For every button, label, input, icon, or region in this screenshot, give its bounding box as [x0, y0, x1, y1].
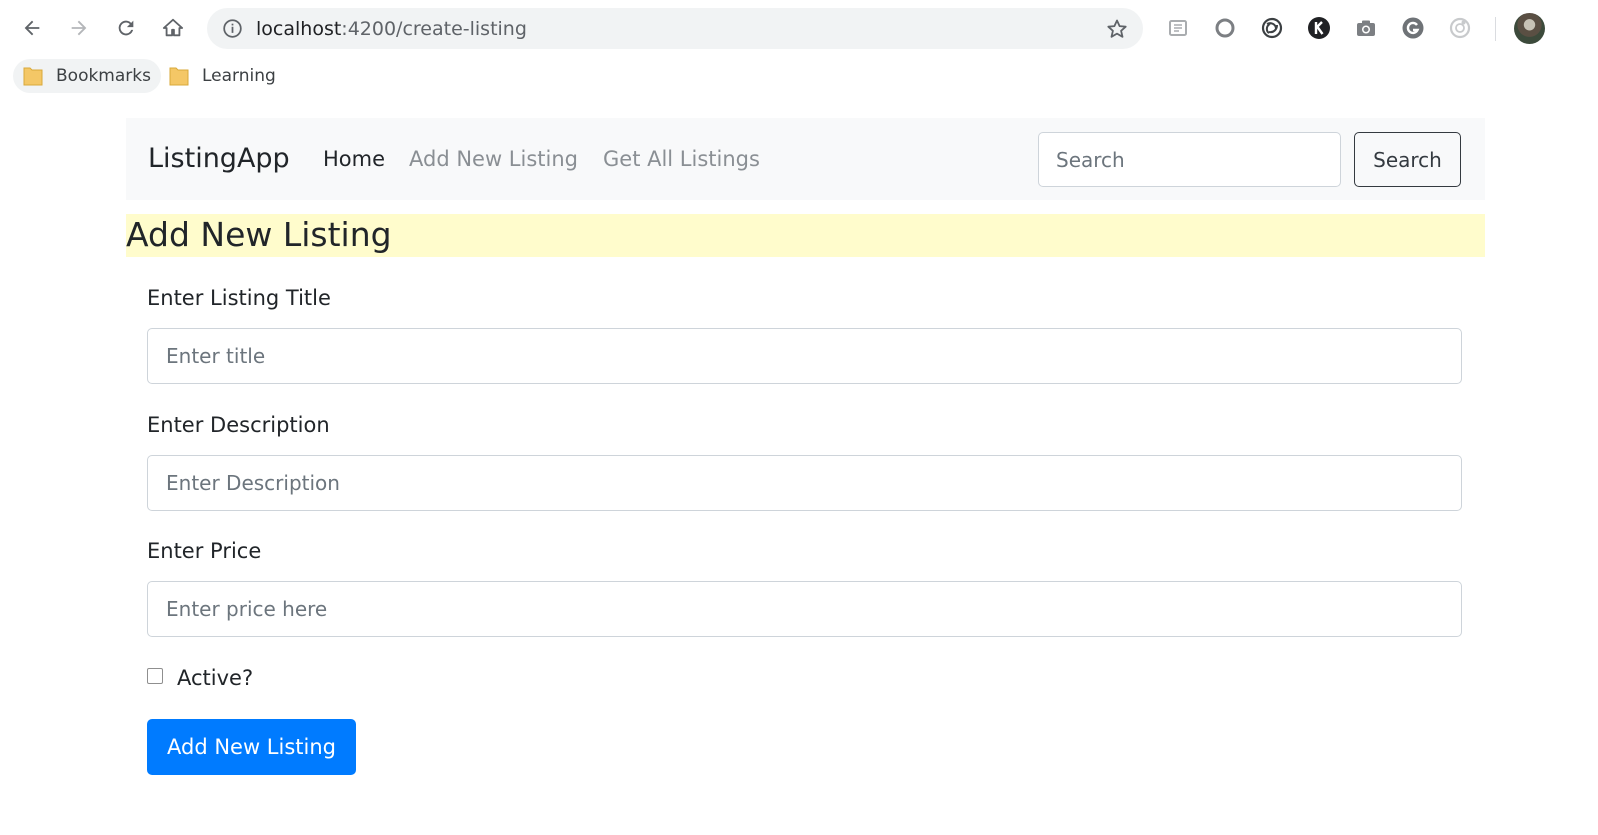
- arrow-left-icon: [24, 20, 40, 36]
- ring-extension-icon: [1449, 17, 1471, 39]
- ring-extension[interactable]: [1447, 15, 1473, 41]
- title-label: Enter Listing Title: [147, 286, 331, 310]
- spiral-extension[interactable]: [1259, 15, 1285, 41]
- description-label: Enter Description: [147, 413, 330, 437]
- home-icon: [162, 18, 184, 37]
- k-extension-icon: [1308, 17, 1330, 39]
- url-host: localhost: [256, 18, 342, 40]
- circle-extension-icon: [1215, 18, 1235, 38]
- k-extension[interactable]: [1306, 15, 1332, 41]
- navbar-search-button[interactable]: Search: [1354, 132, 1461, 187]
- info-icon[interactable]: [222, 18, 243, 39]
- reload-button[interactable]: [109, 10, 143, 46]
- back-button[interactable]: [15, 10, 49, 46]
- nav-link-home[interactable]: Home: [323, 147, 385, 171]
- price-label: Enter Price: [147, 539, 262, 563]
- arrow-right-icon: [71, 20, 87, 36]
- folder-icon: [169, 67, 189, 86]
- browser-toolbar: localhost:4200/create-listing: [0, 0, 1598, 56]
- price-input[interactable]: [147, 581, 1462, 637]
- camera-extension[interactable]: [1353, 15, 1379, 41]
- folder-icon: [23, 67, 43, 86]
- address-bar[interactable]: localhost:4200/create-listing: [207, 8, 1143, 49]
- address-url[interactable]: localhost:4200/create-listing: [256, 18, 527, 40]
- nav-link-add-new-listing[interactable]: Add New Listing: [409, 147, 578, 171]
- toolbar-divider: [1495, 17, 1496, 41]
- reader-mode-extension[interactable]: [1165, 15, 1191, 41]
- bookmark-bookmarks[interactable]: Bookmarks: [13, 59, 161, 93]
- add-new-listing-button[interactable]: Add New Listing: [147, 719, 356, 775]
- brand-link[interactable]: ListingApp: [148, 143, 290, 174]
- active-checkbox[interactable]: [147, 668, 163, 684]
- page-title: Add New Listing: [126, 215, 392, 254]
- url-path: :4200/create-listing: [341, 18, 527, 40]
- grammarly-icon: [1402, 17, 1424, 39]
- circle-extension[interactable]: [1212, 15, 1238, 41]
- description-input[interactable]: [147, 455, 1462, 511]
- reader-mode-icon: [1169, 20, 1187, 36]
- bookmark-label: Learning: [202, 66, 276, 86]
- title-input[interactable]: [147, 328, 1462, 384]
- camera-icon: [1357, 20, 1375, 36]
- nav-link-get-all-listings[interactable]: Get All Listings: [603, 147, 760, 171]
- forward-button[interactable]: [62, 10, 96, 46]
- bookmark-label: Bookmarks: [56, 66, 151, 86]
- reload-icon: [118, 20, 134, 36]
- bookmark-star-icon[interactable]: [1105, 17, 1129, 41]
- bookmarks-bar: Bookmarks Learning: [0, 56, 1598, 96]
- page-heading-banner: Add New Listing: [126, 214, 1485, 257]
- bookmark-learning[interactable]: Learning: [159, 59, 286, 93]
- profile-avatar[interactable]: [1514, 13, 1545, 44]
- spiral-extension-icon: [1261, 17, 1283, 39]
- home-button[interactable]: [156, 10, 190, 46]
- navbar-search-input[interactable]: [1038, 132, 1341, 187]
- grammarly-extension[interactable]: [1400, 15, 1426, 41]
- app-navbar: ListingApp Home Add New Listing Get All …: [126, 118, 1485, 200]
- active-checkbox-label[interactable]: Active?: [177, 666, 253, 690]
